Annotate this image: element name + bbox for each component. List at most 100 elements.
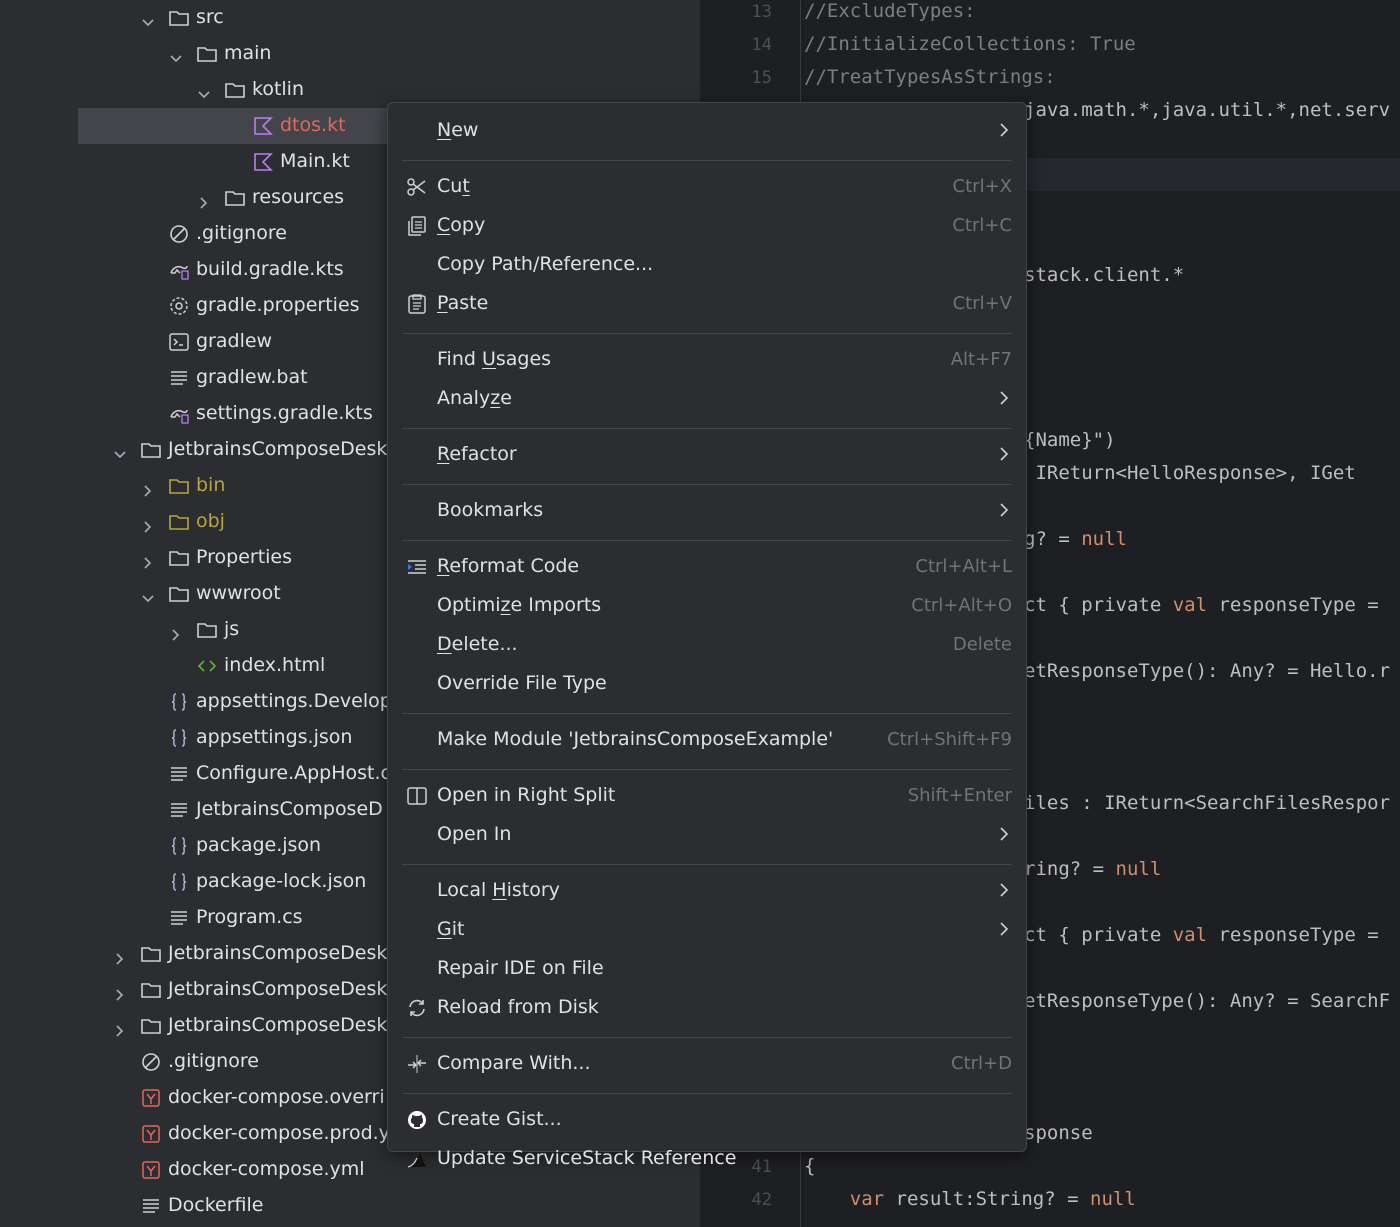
menu-item-override-file-type[interactable]: Override File Type [402,666,1012,702]
chevron-down-icon[interactable] [114,444,126,459]
code-line[interactable]: etResponseType(): Any? = SearchF [1024,990,1390,1012]
chevron-down-icon[interactable] [142,12,154,27]
folder-icon [140,979,162,1001]
menu-item-shortcut: Ctrl+Alt+O [911,595,1012,616]
menu-separator [402,864,1012,865]
code-line[interactable]: ct { private val responseType = [1024,594,1379,616]
code-keyword: null [1115,858,1162,880]
menu-item-label: Delete... [437,633,518,655]
chevron-right-icon[interactable] [198,192,210,209]
chevron-right-icon[interactable] [114,948,126,965]
menu-item-shortcut: Ctrl+C [952,215,1012,236]
menu-item-optimize-imports[interactable]: Optimize Imports Ctrl+Alt+O [402,588,1012,624]
code-line[interactable]: //TreatTypesAsStrings: [804,66,1056,88]
chevron-down-icon[interactable] [142,588,154,603]
tree-item-label: JetbrainsComposeD [196,798,383,820]
chevron-down-icon[interactable] [198,84,210,99]
chevron-right-icon[interactable] [114,1020,126,1037]
terminal-script-icon [168,331,190,353]
tree-item-label: JetbrainsComposeDesk [168,978,388,1000]
folder-icon [224,187,246,209]
code-line[interactable]: IReturn<HelloResponse>, IGet [1024,462,1356,484]
context-menu[interactable]: New Cut Ctrl+X Copy Ctrl+C Copy Path/Referenc… [387,102,1027,1169]
tree-item-label: .gitignore [168,1050,259,1072]
chevron-right-icon[interactable] [142,552,154,569]
menu-item-copy-path-reference[interactable]: Copy Path/Reference... [402,247,1012,283]
menu-item-make-module-jetbrainscomposeexample[interactable]: Make Module 'JetbrainsComposeExample' Ctr… [402,722,1012,758]
menu-item-open-in[interactable]: Open In [402,817,1012,853]
menu-item-git[interactable]: Git [402,912,1012,948]
menu-item-label: Open In [437,823,512,845]
text-file-icon [168,367,190,389]
tree-item[interactable]: Dockerfile [60,1188,700,1224]
properties-gear-icon [168,295,190,317]
folder-icon [168,547,190,569]
code-line[interactable]: sponse [1024,1122,1093,1144]
menu-item-label: New [437,119,479,141]
menu-item-analyze[interactable]: Analyze [402,381,1012,417]
json-file-icon [168,871,190,893]
paste-icon [406,293,428,315]
code-line[interactable]: g? = null [1024,528,1127,550]
code-line[interactable]: etResponseType(): Any? = Hello.r [1024,660,1390,682]
scissors-icon [406,176,428,198]
menu-separator [402,1037,1012,1038]
code-line[interactable]: {Name}") [1024,429,1116,451]
code-line[interactable]: var result:String? = null [804,1188,1136,1210]
code-text: g? = [1024,528,1082,550]
code-text: ct { private [1024,924,1173,946]
code-line[interactable]: ring? = null [1024,858,1161,880]
folder-icon [168,583,190,605]
chevron-right-icon[interactable] [142,480,154,497]
chevron-right-icon[interactable] [170,624,182,641]
menu-item-compare-with[interactable]: Compare With... Ctrl+D [402,1046,1012,1082]
menu-item-find-usages[interactable]: Find Usages Alt+F7 [402,342,1012,378]
tree-item[interactable]: src [60,0,700,36]
chevron-right-icon[interactable] [114,984,126,1001]
yaml-file-icon [140,1087,162,1109]
chevron-right-icon[interactable] [142,516,154,533]
gradle-file-icon [168,259,190,281]
menu-separator [402,428,1012,429]
menu-item-refactor[interactable]: Refactor [402,437,1012,473]
chevron-down-icon[interactable] [170,48,182,63]
text-file-icon [168,907,190,929]
code-line[interactable]: java.math.*,java.util.*,net.serv [1024,99,1390,121]
code-line[interactable]: iles : IReturn<SearchFilesRespor [1024,792,1390,814]
tree-item-label: main [224,42,272,64]
menu-item-new[interactable]: New [402,113,1012,149]
menu-item-label: Local History [437,879,560,901]
menu-item-create-gist[interactable]: Create Gist... [402,1102,1012,1138]
menu-item-bookmarks[interactable]: Bookmarks [402,493,1012,529]
menu-item-shortcut: Ctrl+D [951,1053,1012,1074]
line-number: 13 [751,2,772,22]
menu-item-repair-ide-on-file[interactable]: Repair IDE on File [402,951,1012,987]
tree-item-label: Properties [196,546,293,568]
tree-item-label: src [196,6,224,28]
folder-icon [140,943,162,965]
json-file-icon [168,691,190,713]
code-line[interactable]: stack.client.* [1024,264,1184,286]
menu-item-cut[interactable]: Cut Ctrl+X [402,169,1012,205]
menu-item-paste[interactable]: Paste Ctrl+V [402,286,1012,322]
menu-item-local-history[interactable]: Local History [402,873,1012,909]
tree-item[interactable]: main [60,36,700,72]
tree-item-label: settings.gradle.kts [196,402,373,424]
code-line[interactable]: ct { private val responseType = [1024,924,1379,946]
tree-item-label: docker-compose.yml [168,1158,365,1180]
menu-item-delete[interactable]: Delete... Delete [402,627,1012,663]
menu-item-reload-from-disk[interactable]: Reload from Disk [402,990,1012,1026]
code-line[interactable]: //InitializeCollections: True [804,33,1136,55]
menu-item-reformat-code[interactable]: Reformat Code Ctrl+Alt+L [402,549,1012,585]
tool-window-strip [0,0,61,1227]
code-text: stack.client.* [1024,264,1185,286]
menu-separator [402,484,1012,485]
code-text: IReturn<HelloResponse>, IGet [1024,462,1356,484]
code-text: java.math.*,java.util.*,net.serv [1024,99,1391,121]
code-line[interactable]: //ExcludeTypes: [804,0,976,22]
menu-item-copy[interactable]: Copy Ctrl+C [402,208,1012,244]
menu-item-update-servicestack-reference[interactable]: Update ServiceStack Reference [402,1141,1012,1177]
gitignore-icon [168,223,190,245]
menu-item-open-in-right-split[interactable]: Open in Right Split Shift+Enter [402,778,1012,814]
